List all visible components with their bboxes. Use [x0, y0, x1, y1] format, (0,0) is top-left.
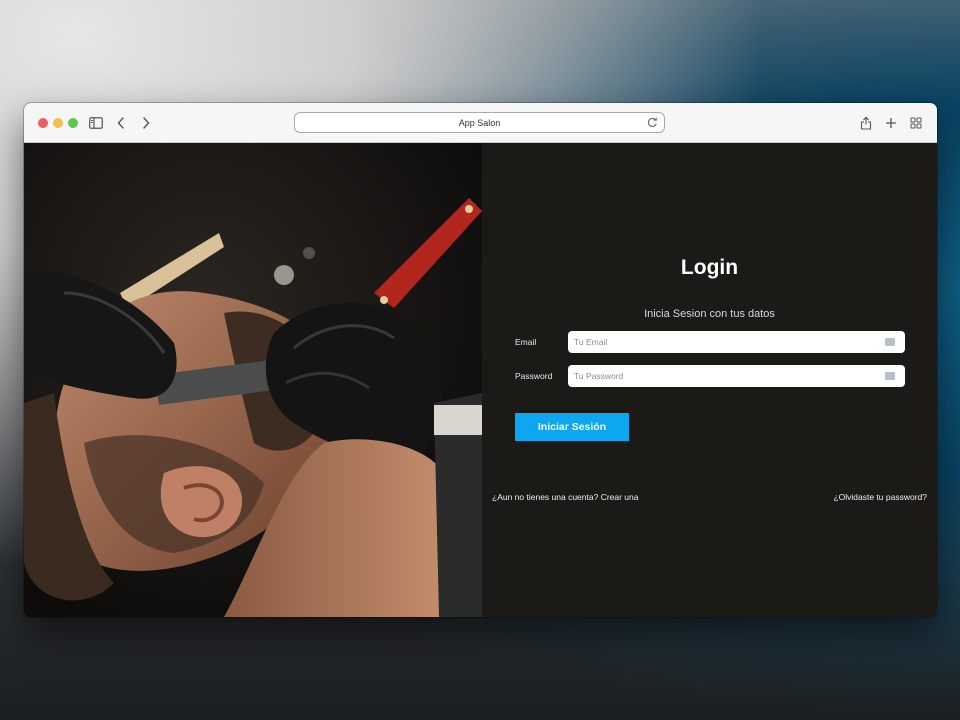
browser-toolbar: App Salon: [24, 103, 937, 143]
zoom-window-button[interactable]: [68, 118, 78, 128]
address-text: App Salon: [458, 117, 501, 128]
sidebar-icon[interactable]: [87, 114, 105, 132]
close-window-button[interactable]: [38, 118, 48, 128]
email-label: Email: [515, 337, 537, 347]
back-chevron-icon[interactable]: [112, 114, 130, 132]
share-icon[interactable]: [857, 114, 875, 132]
login-subtitle: Inicia Sesion con tus datos: [644, 308, 775, 320]
minimize-window-button[interactable]: [53, 118, 63, 128]
page-title: Login: [680, 256, 739, 279]
autofill-key-icon[interactable]: [885, 372, 895, 380]
browser-window: App Salon Login Inicia Sesion con tus da…: [24, 103, 937, 617]
hero-photo: [24, 143, 482, 617]
password-field[interactable]: [568, 365, 905, 387]
forgot-password-link[interactable]: ¿Olvidaste tu password?: [833, 492, 927, 502]
new-tab-plus-icon[interactable]: [882, 114, 900, 132]
email-field[interactable]: [568, 331, 905, 353]
page-content: Login Inicia Sesion con tus datos Email …: [24, 143, 937, 617]
autofill-key-icon[interactable]: [885, 338, 895, 346]
create-account-link[interactable]: ¿Aun no tienes una cuenta? Crear una: [492, 492, 639, 502]
tab-overview-icon[interactable]: [907, 114, 925, 132]
login-panel: Login Inicia Sesion con tus datos Email …: [482, 143, 937, 617]
password-label: Password: [515, 371, 553, 381]
reload-icon[interactable]: [646, 116, 659, 129]
login-button[interactable]: Iniciar Sesión: [515, 413, 629, 441]
address-bar[interactable]: App Salon: [294, 112, 665, 133]
forward-chevron-icon[interactable]: [137, 114, 155, 132]
